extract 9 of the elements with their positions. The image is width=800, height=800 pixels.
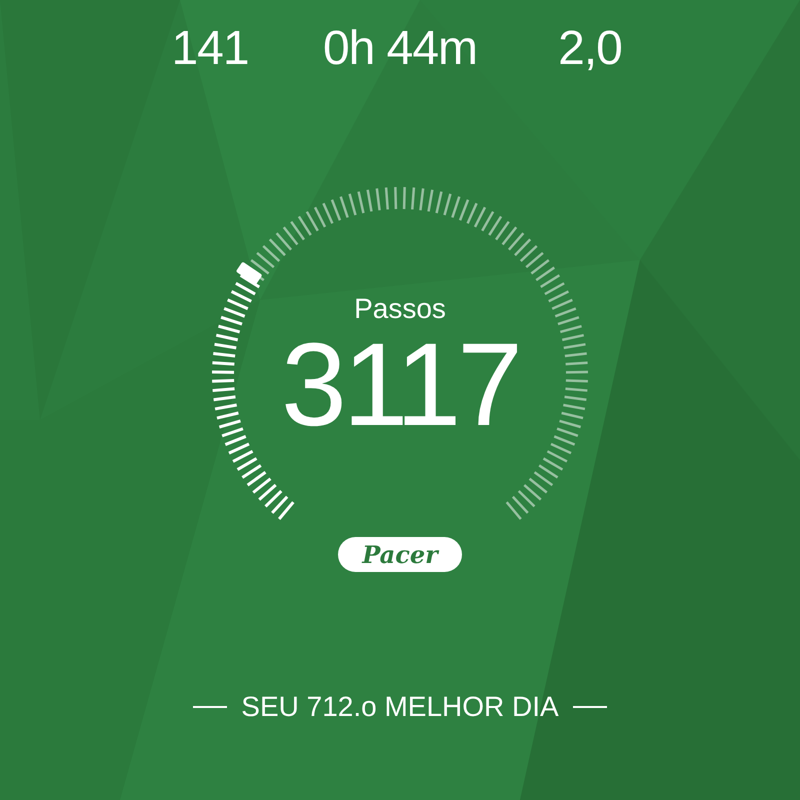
best-day-text: SEU 712.o MELHOR DIA [241,690,559,724]
steps-label: Passos [354,293,446,325]
stat-value: 141 [170,21,250,77]
steps-count: 3117 [281,325,519,445]
stat-value: 0h 44m [322,21,478,77]
divider-line [193,706,228,708]
pacer-logo: Pacer [338,537,462,572]
stat-value: 2,0 [557,21,623,77]
divider-line [572,706,607,708]
